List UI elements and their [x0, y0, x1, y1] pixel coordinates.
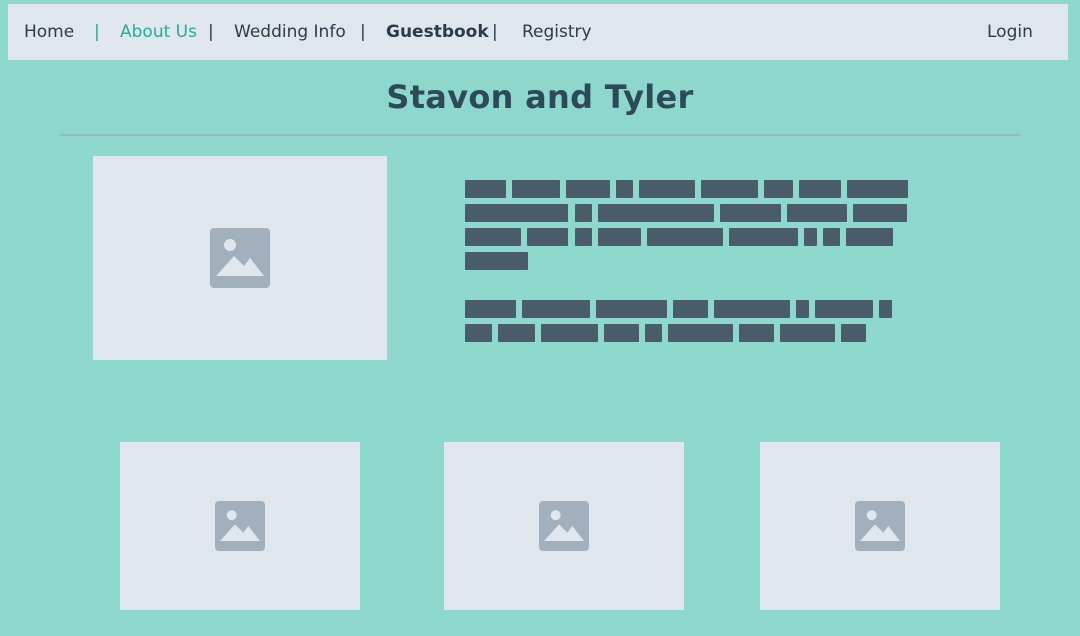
image-placeholder-icon: [215, 501, 265, 551]
text-placeholder: [566, 180, 610, 198]
text-placeholder: [764, 180, 793, 198]
hero-image-placeholder: [93, 156, 387, 360]
text-placeholder: [701, 180, 758, 198]
page: Home | About Us | Wedding Info | Guestbo…: [0, 0, 1080, 636]
text-placeholder: [846, 228, 893, 246]
nav-separator: |: [492, 22, 498, 42]
text-placeholder: [465, 180, 506, 198]
title-divider: [60, 134, 1020, 136]
text-placeholder: [787, 204, 847, 222]
text-placeholder: [714, 300, 790, 318]
image-placeholder-icon: [855, 501, 905, 551]
text-placeholder: [541, 324, 598, 342]
gallery-image-placeholder: [444, 442, 684, 610]
text-placeholder: [647, 228, 723, 246]
text-placeholder: [639, 180, 695, 198]
page-title: Stavon and Tyler: [386, 78, 694, 116]
nav-separator: |: [360, 22, 366, 42]
text-placeholder: [853, 204, 907, 222]
text-placeholder: [596, 300, 667, 318]
text-placeholder: [465, 204, 568, 222]
nav-login[interactable]: Login: [987, 4, 1033, 60]
nav-separator: |: [208, 22, 214, 42]
text-placeholder: [512, 180, 560, 198]
text-placeholder: [847, 180, 908, 198]
text-placeholder: [616, 180, 633, 198]
nav-registry[interactable]: Registry: [522, 4, 592, 60]
text-placeholder: [465, 324, 492, 342]
nav-home[interactable]: Home: [24, 4, 74, 60]
text-placeholder: [879, 300, 892, 318]
text-placeholder: [575, 228, 592, 246]
text-placeholder: [604, 324, 639, 342]
nav-about-us[interactable]: About Us: [120, 4, 197, 60]
text-placeholder: [796, 300, 809, 318]
text-placeholder: [522, 300, 590, 318]
text-placeholder: [720, 204, 781, 222]
text-placeholder: [645, 324, 662, 342]
text-placeholder: [729, 228, 798, 246]
text-placeholder: [823, 228, 840, 246]
text-placeholder: [527, 228, 568, 246]
text-placeholder: [465, 228, 521, 246]
text-placeholder: [498, 324, 535, 342]
top-nav: Home | About Us | Wedding Info | Guestbo…: [8, 4, 1068, 60]
text-placeholder: [739, 324, 774, 342]
text-placeholder: [465, 252, 528, 270]
text-placeholder: [575, 204, 592, 222]
text-placeholder: [465, 300, 516, 318]
text-placeholder: [815, 300, 873, 318]
text-placeholder: [668, 324, 733, 342]
text-placeholder: [780, 324, 835, 342]
text-placeholder: [673, 300, 708, 318]
text-placeholder: [598, 204, 714, 222]
nav-guestbook[interactable]: Guestbook: [386, 4, 489, 60]
nav-wedding-info[interactable]: Wedding Info: [234, 4, 346, 60]
gallery-image-placeholder: [120, 442, 360, 610]
gallery-image-placeholder: [760, 442, 1000, 610]
text-placeholder: [598, 228, 641, 246]
image-placeholder-icon: [539, 501, 589, 551]
text-placeholder: [841, 324, 866, 342]
text-placeholder: [804, 228, 817, 246]
nav-separator: |: [94, 22, 100, 42]
image-placeholder-icon: [210, 228, 270, 288]
text-placeholder: [799, 180, 841, 198]
